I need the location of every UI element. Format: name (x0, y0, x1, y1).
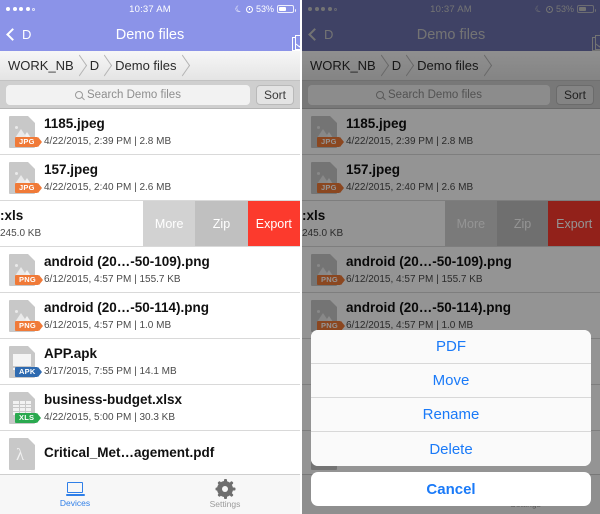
table-row[interactable]: JPG 157.jpeg 4/22/2015, 2:40 PM | 2.6 MB (0, 155, 300, 201)
swipe-action-buttons: More Zip Export (143, 201, 300, 246)
file-meta: 3/17/2015, 7:55 PM | 14.1 MB (44, 365, 177, 377)
action-sheet: PDF Move Rename Delete Cancel (311, 330, 591, 506)
file-icon-image: JPG (9, 115, 42, 148)
file-type-badge: PNG (15, 320, 43, 331)
back-button[interactable]: D (6, 27, 32, 42)
file-meta: 6/12/2015, 4:57 PM | 1.0 MB (44, 319, 172, 331)
action-sheet-item-delete[interactable]: Delete (311, 432, 591, 466)
action-sheet-item-rename[interactable]: Rename (311, 398, 591, 432)
action-sheet-cancel-button[interactable]: Cancel (311, 472, 591, 506)
file-meta: 6/12/2015, 4:57 PM | 155.7 KB (44, 273, 181, 285)
file-name: Critical_Met…agement.pdf (44, 445, 215, 461)
file-name: APP.apk (44, 346, 98, 362)
file-icon-spreadsheet: XLS (9, 391, 42, 424)
tab-settings[interactable]: Settings (150, 475, 300, 514)
tab-bar: Devices Settings (0, 474, 300, 514)
left-phone-panel: 10:37 AM ☾ 53% D Demo files WORK_NB D De… (0, 0, 300, 514)
breadcrumb-item-1[interactable]: D (80, 51, 113, 80)
file-icon-image: PNG (9, 253, 43, 286)
swiped-row-content: :xls 245.0 KB (0, 201, 143, 246)
zip-button[interactable]: Zip (195, 201, 248, 246)
tab-devices[interactable]: Devices (0, 475, 150, 514)
table-row[interactable]: λ Critical_Met…agement.pdf (0, 431, 300, 477)
file-name: 1185.jpeg (44, 116, 105, 132)
action-sheet-options: PDF Move Rename Delete (311, 330, 591, 466)
file-name: :xls (0, 208, 24, 224)
table-row-swiped[interactable]: :xls 245.0 KB More Zip Export (0, 201, 300, 247)
file-type-badge: XLS (15, 412, 42, 423)
breadcrumb-item-0[interactable]: WORK_NB (0, 51, 87, 80)
gear-icon (215, 478, 235, 499)
breadcrumb-item-2[interactable]: Demo files (105, 51, 190, 80)
status-bar: 10:37 AM ☾ 53% (0, 0, 300, 18)
moon-icon: ☾ (233, 2, 245, 15)
file-icon-pdf: λ (9, 437, 35, 470)
file-meta: 245.0 KB (0, 227, 42, 239)
file-name: 157.jpeg (44, 162, 99, 178)
file-type-badge: JPG (15, 136, 42, 147)
breadcrumb-label: Demo files (115, 58, 177, 73)
file-type-badge: JPG (15, 182, 42, 193)
file-icon-image: JPG (9, 161, 42, 194)
sort-button[interactable]: Sort (255, 84, 294, 105)
tab-devices-label: Devices (59, 497, 91, 508)
file-meta: 4/22/2015, 2:39 PM | 2.8 MB (44, 135, 172, 147)
alarm-clock-icon (245, 5, 253, 13)
navigation-bar: D Demo files (0, 18, 300, 51)
file-icon-image: PNG (9, 299, 43, 332)
more-button[interactable]: More (143, 201, 196, 246)
right-phone-panel: 10:37 AM ☾ 53% D Demo files WORK_NB D De… (300, 0, 600, 514)
search-bar: Search Demo files Sort (0, 81, 300, 109)
screenshot-stage: 10:37 AM ☾ 53% D Demo files WORK_NB D De… (0, 0, 600, 514)
search-icon (75, 90, 83, 99)
table-row[interactable]: APK APP.apk 3/17/2015, 7:55 PM | 14.1 MB (0, 339, 300, 385)
back-button-label: D (22, 27, 32, 42)
battery-icon (277, 5, 296, 13)
table-row[interactable]: XLS business-budget.xlsx 4/22/2015, 5:00… (0, 385, 300, 431)
action-sheet-item-move[interactable]: Move (311, 364, 591, 398)
chevron-left-icon (6, 28, 19, 41)
file-type-badge: PNG (15, 274, 43, 285)
file-name: business-budget.xlsx (44, 392, 183, 408)
action-sheet-item-pdf[interactable]: PDF (311, 330, 591, 364)
file-type-badge: APK (15, 366, 43, 377)
status-bar-right-cluster: ☾ 53% (233, 2, 296, 15)
file-list: JPG 1185.jpeg 4/22/2015, 2:39 PM | 2.8 M… (0, 109, 300, 477)
file-meta: 4/22/2015, 5:00 PM | 30.3 KB (44, 411, 176, 423)
battery-percent-label: 53% (255, 4, 274, 14)
breadcrumb: WORK_NB D Demo files (0, 51, 300, 81)
laptop-icon (65, 481, 85, 496)
table-row[interactable]: PNG android (20…-50-109).png 6/12/2015, … (0, 247, 300, 293)
file-name: android (20…-50-114).png (44, 300, 210, 316)
file-icon-apk: APK (9, 345, 43, 378)
page-title: Demo files (115, 26, 185, 43)
tab-settings-label: Settings (209, 498, 241, 509)
file-meta: 4/22/2015, 2:40 PM | 2.6 MB (44, 181, 172, 193)
breadcrumb-label: WORK_NB (8, 58, 74, 73)
export-button[interactable]: Export (247, 201, 300, 246)
breadcrumb-tail (183, 51, 300, 80)
table-row[interactable]: PNG android (20…-50-114).png 6/12/2015, … (0, 293, 300, 339)
table-row[interactable]: JPG 1185.jpeg 4/22/2015, 2:39 PM | 2.8 M… (0, 109, 300, 155)
file-name: android (20…-50-109).png (44, 254, 210, 270)
search-input[interactable]: Search Demo files (6, 84, 250, 105)
search-placeholder: Search Demo files (87, 88, 181, 101)
